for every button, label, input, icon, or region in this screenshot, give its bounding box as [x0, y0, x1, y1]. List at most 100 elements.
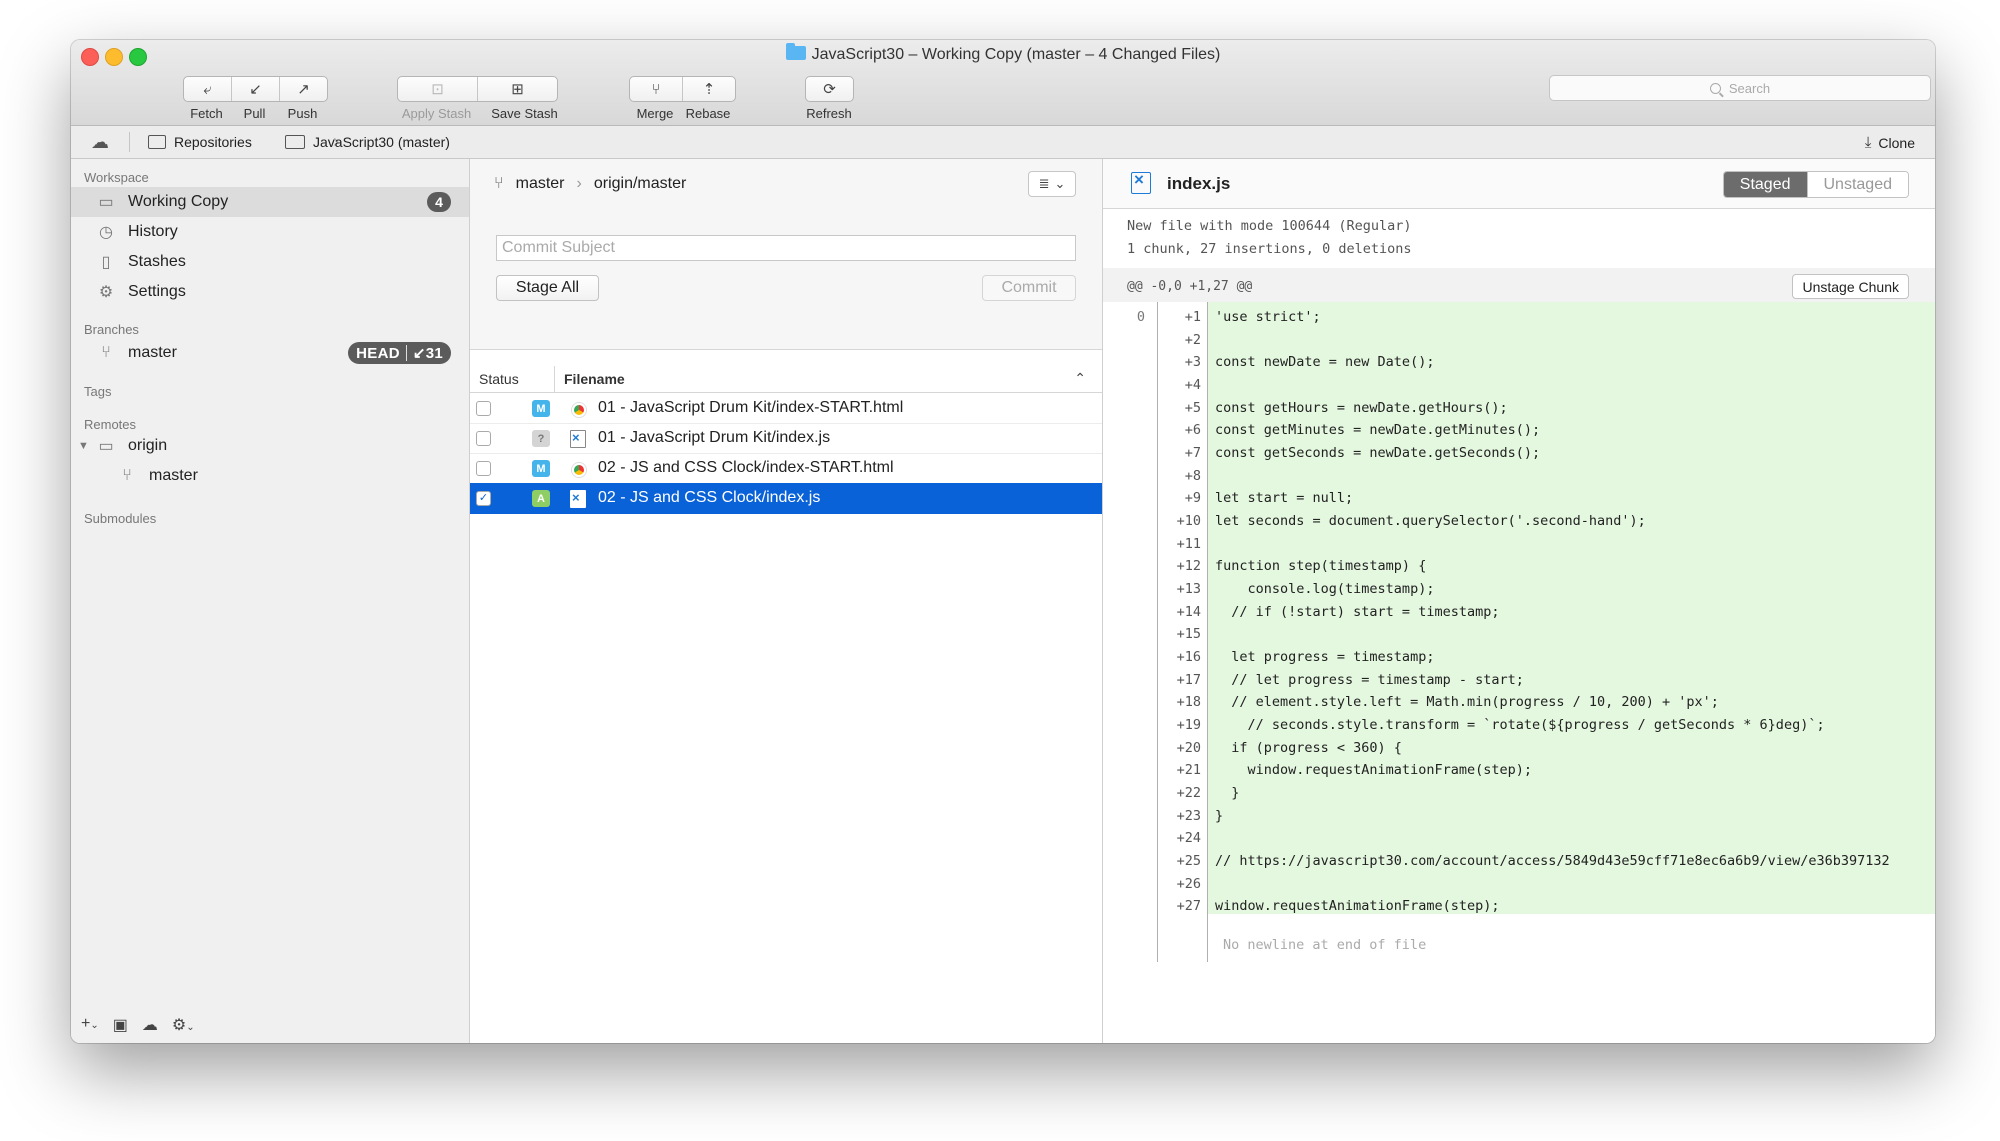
cloud-icon[interactable]: ☁ [91, 132, 109, 153]
breadcrumb-repo[interactable]: JavaScript30 (master) [285, 134, 450, 150]
stage-all-button[interactable]: Stage All [496, 275, 599, 301]
stage-checkbox[interactable] [476, 401, 491, 416]
new-line-number: +24 [1176, 830, 1201, 847]
refresh-icon: ⟳ [823, 81, 836, 98]
file-row[interactable]: M 01 - JavaScript Drum Kit/index-START.ht… [470, 393, 1102, 424]
unstage-chunk-button[interactable]: Unstage Chunk [1792, 274, 1909, 299]
rebase-button[interactable]: ⇡ [683, 77, 735, 101]
plus-icon: + [81, 1015, 91, 1032]
diff-line[interactable]: +14 // if (!start) start = timestamp; [1103, 601, 1935, 624]
diff-line[interactable]: +27 window.requestAnimationFrame(step); [1103, 895, 1935, 918]
diff-line[interactable]: +2 [1103, 329, 1935, 352]
diff-line[interactable]: +25 // https://javascript30.com/account/a… [1103, 850, 1935, 873]
diff-line[interactable]: +6 const getMinutes = newDate.getMinutes(… [1103, 419, 1935, 442]
sidebar-item-remote-origin[interactable]: ▼ ▭ origin [71, 431, 469, 461]
diff-file-name: index.js [1167, 174, 1231, 193]
stage-checkbox[interactable]: ✓ [476, 491, 491, 506]
diff-line[interactable]: +5 const getHours = newDate.getHours(); [1103, 397, 1935, 420]
new-line-number: +5 [1184, 399, 1201, 416]
code-text: // https://javascript30.com/account/acce… [1215, 853, 1890, 870]
code-text: window.requestAnimationFrame(step); [1215, 898, 1500, 915]
diff-line[interactable]: +3 const newDate = new Date(); [1103, 351, 1935, 374]
diff-line[interactable]: +19 // seconds.style.transform = `rotate… [1103, 714, 1935, 737]
new-line-number: +22 [1176, 785, 1201, 802]
commit-subject-input[interactable] [496, 235, 1076, 261]
cloud-icon[interactable]: ☁ [142, 1015, 158, 1035]
new-line-number: +17 [1176, 671, 1201, 688]
disclosure-triangle-icon[interactable]: ▼ [78, 440, 92, 452]
html-file-icon [572, 403, 586, 417]
path-separator [129, 132, 130, 152]
diff-line[interactable]: +24 [1103, 827, 1935, 850]
diff-line[interactable]: +9 let start = null; [1103, 487, 1935, 510]
column-status[interactable]: Status [479, 371, 519, 387]
clone-button[interactable]: ⤓ Clone [1865, 134, 1915, 151]
rebase-icon: ⇡ [702, 81, 716, 98]
new-line-number: +3 [1184, 354, 1201, 371]
diff-line[interactable]: +11 [1103, 533, 1935, 556]
diff-line[interactable]: +17 // let progress = timestamp - start; [1103, 669, 1935, 692]
save-stash-button[interactable]: ⊞ [478, 77, 557, 101]
stash-save-icon: ⊞ [511, 81, 524, 98]
search-field[interactable]: Search [1549, 75, 1931, 101]
settings-label: Settings [128, 283, 186, 300]
diff-line[interactable]: +21 window.requestAnimationFrame(step); [1103, 759, 1935, 782]
new-line-number: +21 [1176, 762, 1201, 779]
diff-line[interactable]: +23} [1103, 805, 1935, 828]
gear-menu-button[interactable]: ⚙⌄ [172, 1015, 195, 1035]
breadcrumb-repositories[interactable]: Repositories [148, 134, 252, 150]
diff-line[interactable]: +18 // element.style.left = Math.min(pro… [1103, 691, 1935, 714]
diff-line[interactable]: +4 [1103, 374, 1935, 397]
status-badge: M [532, 400, 550, 417]
repositories-icon [148, 135, 166, 149]
code-text: let progress = timestamp; [1215, 649, 1435, 666]
upstream-branch[interactable]: origin/master [594, 175, 686, 193]
diff-line[interactable]: +12 function step(timestamp) { [1103, 555, 1935, 578]
add-menu-button[interactable]: +⌄ [81, 1015, 99, 1035]
push-button[interactable]: ↗ [280, 77, 327, 101]
diff-line[interactable]: +13 console.log(timestamp); [1103, 578, 1935, 601]
code-text: // if (!start) start = timestamp; [1215, 603, 1500, 620]
sidebar-item-remote-master[interactable]: ⑂ master [71, 461, 469, 491]
commit-button[interactable]: Commit [982, 275, 1076, 301]
diff-line[interactable]: +7 const getSeconds = newDate.getSeconds(… [1103, 442, 1935, 465]
diff-line[interactable]: +16 let progress = timestamp; [1103, 646, 1935, 669]
diff-line[interactable]: +8 [1103, 465, 1935, 488]
current-branch[interactable]: master [516, 175, 565, 193]
merge-button[interactable]: ⑂ [630, 77, 683, 101]
sidebar-item-working-copy[interactable]: ▭ Working Copy 4 [71, 187, 469, 217]
file-name: 01 - JavaScript Drum Kit/index.js [598, 429, 831, 446]
search-placeholder: Search [1728, 80, 1771, 96]
diff-line[interactable]: 0 +1 'use strict'; [1103, 306, 1935, 329]
sort-caret-icon[interactable]: ⌃ [1074, 370, 1086, 387]
pull-button[interactable]: ↙ [232, 77, 280, 101]
file-row[interactable]: ✓ A 02 - JS and CSS Clock/index.js [470, 483, 1102, 514]
sidebar-item-branch-master[interactable]: ⑂ master HEAD ↙31 [71, 338, 469, 368]
diff-line[interactable]: +20 if (progress < 360) { [1103, 737, 1935, 760]
diff-line[interactable]: +10 let seconds = document.querySelector(… [1103, 510, 1935, 533]
code-text: // element.style.left = Math.min(progres… [1215, 694, 1719, 711]
view-options-button[interactable]: ≣ ⌄ [1028, 171, 1076, 197]
unstaged-tab[interactable]: Unstaged [1806, 172, 1908, 197]
sidebar-item-settings[interactable]: ⚙ Settings [71, 277, 469, 307]
staged-tab[interactable]: Staged [1723, 172, 1807, 197]
diff-line[interactable]: +22 } [1103, 782, 1935, 805]
fetch-button[interactable]: ⤶ [184, 77, 232, 101]
code-text: let start = null; [1215, 490, 1354, 507]
sidebar-item-history[interactable]: ◷ History [71, 217, 469, 247]
stage-checkbox[interactable] [476, 461, 491, 476]
file-row[interactable]: M 02 - JS and CSS Clock/index-START.html [470, 453, 1102, 484]
diff-line[interactable]: +15 [1103, 623, 1935, 646]
diff-meta-mode: New file with mode 100644 (Regular) [1127, 218, 1412, 234]
refresh-button[interactable]: ⟳ [806, 77, 853, 101]
status-badge: A [532, 490, 550, 507]
file-row[interactable]: ? 01 - JavaScript Drum Kit/index.js [470, 423, 1102, 454]
sidebar-item-stashes[interactable]: ▯ Stashes [71, 247, 469, 277]
diff-line[interactable]: +26 [1103, 873, 1935, 896]
apply-stash-button[interactable]: ⊡ [398, 77, 478, 101]
column-filename[interactable]: Filename [564, 371, 625, 387]
js-file-icon [570, 430, 586, 448]
archive-icon[interactable]: ▣ [113, 1015, 128, 1035]
new-line-number: +2 [1184, 331, 1201, 348]
stage-checkbox[interactable] [476, 431, 491, 446]
